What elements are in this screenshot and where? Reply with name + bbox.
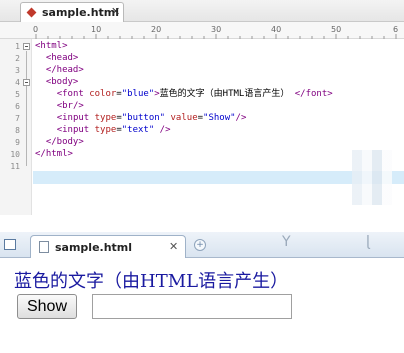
blurred-region <box>352 150 392 205</box>
fold-toggle-icon[interactable] <box>23 79 30 86</box>
code-token: type <box>94 125 117 135</box>
browser-tab-label: sample.html <box>55 241 133 254</box>
line-number: 5 <box>15 90 20 99</box>
code-token: <html> <box>35 41 68 51</box>
code-line: </body> <box>35 136 84 148</box>
browser-tab-sample-html[interactable]: sample.html ✕ <box>30 235 186 258</box>
ruler-tick-label: 6 <box>393 25 398 34</box>
current-line-highlight <box>33 171 404 184</box>
code-token: value <box>170 113 198 123</box>
line-number: 8 <box>15 126 20 135</box>
rendered-page: 蓝色的文字（由HTML语言产生） Show <box>0 258 404 353</box>
code-token: <input <box>56 125 95 135</box>
line-number: 7 <box>15 114 20 123</box>
code-line: <br/> <box>35 100 84 112</box>
code-token: <body> <box>45 77 79 87</box>
ruler-tick-label: 30 <box>211 25 221 34</box>
code-token: <br/> <box>56 101 84 111</box>
code-line: <input type="button" value="Show"/> <box>56 113 247 123</box>
editor-tab-sample-html[interactable]: sample.html ✕ <box>20 2 124 23</box>
code-token: color <box>89 89 117 99</box>
decorative-icon: Y <box>282 234 291 250</box>
code-token: </body> <box>45 137 84 147</box>
fold-toggle-icon[interactable] <box>23 43 30 50</box>
code-token: </font> <box>289 89 333 99</box>
code-token: </head> <box>45 65 84 75</box>
browser-window: sample.html ✕ + Y ɭ 蓝色的文字（由HTML语言产生） Sho… <box>0 232 404 353</box>
line-number: 3 <box>15 66 20 75</box>
show-button[interactable]: Show <box>17 294 77 319</box>
ruler-tick-label: 0 <box>33 25 38 34</box>
ruler-ticks: 0 10 20 30 40 50 6 <box>33 25 398 39</box>
code-line: <font color="blue">蓝色的文字（由HTML语言产生） </fo… <box>35 88 333 100</box>
ruler-tick-label: 50 <box>331 25 341 34</box>
code-token: <head> <box>45 53 79 63</box>
code-editor: sample.html ✕ 0 10 20 30 40 50 6 1 2 3 4… <box>0 0 404 215</box>
code-token: "text" <box>121 125 155 135</box>
browser-tab-bar: sample.html ✕ + Y ɭ <box>0 232 404 258</box>
html-file-icon <box>26 7 37 18</box>
editor-tab-label: sample.html <box>42 6 120 19</box>
line-number: 6 <box>15 102 20 111</box>
browser-tab-close-icon[interactable]: ✕ <box>169 240 178 253</box>
editor-tab-bar: sample.html ✕ <box>0 0 404 23</box>
code-token: "blue" <box>121 89 155 99</box>
line-number: 1 <box>15 42 20 51</box>
line-number: 10 <box>10 150 20 159</box>
blue-font-text: 蓝色的文字（由HTML语言产生） <box>14 271 289 292</box>
code-line: <head> <box>35 52 79 64</box>
code-token: </html> <box>35 149 73 159</box>
code-token: "button" <box>121 113 166 123</box>
code-token: /> <box>235 113 247 123</box>
ruler-tick-label: 20 <box>151 25 161 34</box>
code-token: "Show" <box>203 113 236 123</box>
window-menu-icon[interactable] <box>4 239 16 250</box>
code-token: type <box>94 113 117 123</box>
ruler-tick-label: 40 <box>271 25 281 34</box>
code-line: </head> <box>35 64 84 76</box>
fold-guide-line <box>26 51 27 166</box>
line-number: 9 <box>15 138 20 147</box>
decorative-icon: ɭ <box>366 234 370 250</box>
code-line: <body> <box>35 76 79 88</box>
code-line: </html> <box>35 148 73 160</box>
line-number: 2 <box>15 54 20 63</box>
code-token: <input <box>56 113 95 123</box>
ruler-tick-label: 10 <box>91 25 101 34</box>
editor-tab-close-icon[interactable]: ✕ <box>111 5 120 18</box>
code-token: 蓝色的文字（由HTML语言产生） <box>159 89 290 99</box>
line-number: 4 <box>15 78 20 87</box>
code-line: <input type="text" /> <box>56 125 171 135</box>
code-line: <html> <box>35 40 68 52</box>
new-tab-icon[interactable]: + <box>194 239 206 251</box>
column-ruler: 0 10 20 30 40 50 6 <box>0 22 404 39</box>
text-input[interactable] <box>92 294 292 319</box>
code-token: <font <box>56 89 90 99</box>
page-icon <box>39 241 49 253</box>
line-number: 11 <box>10 162 20 171</box>
code-token: /> <box>154 125 171 135</box>
line-number-gutter: 1 2 3 4 5 6 7 8 9 10 11 <box>0 39 32 215</box>
